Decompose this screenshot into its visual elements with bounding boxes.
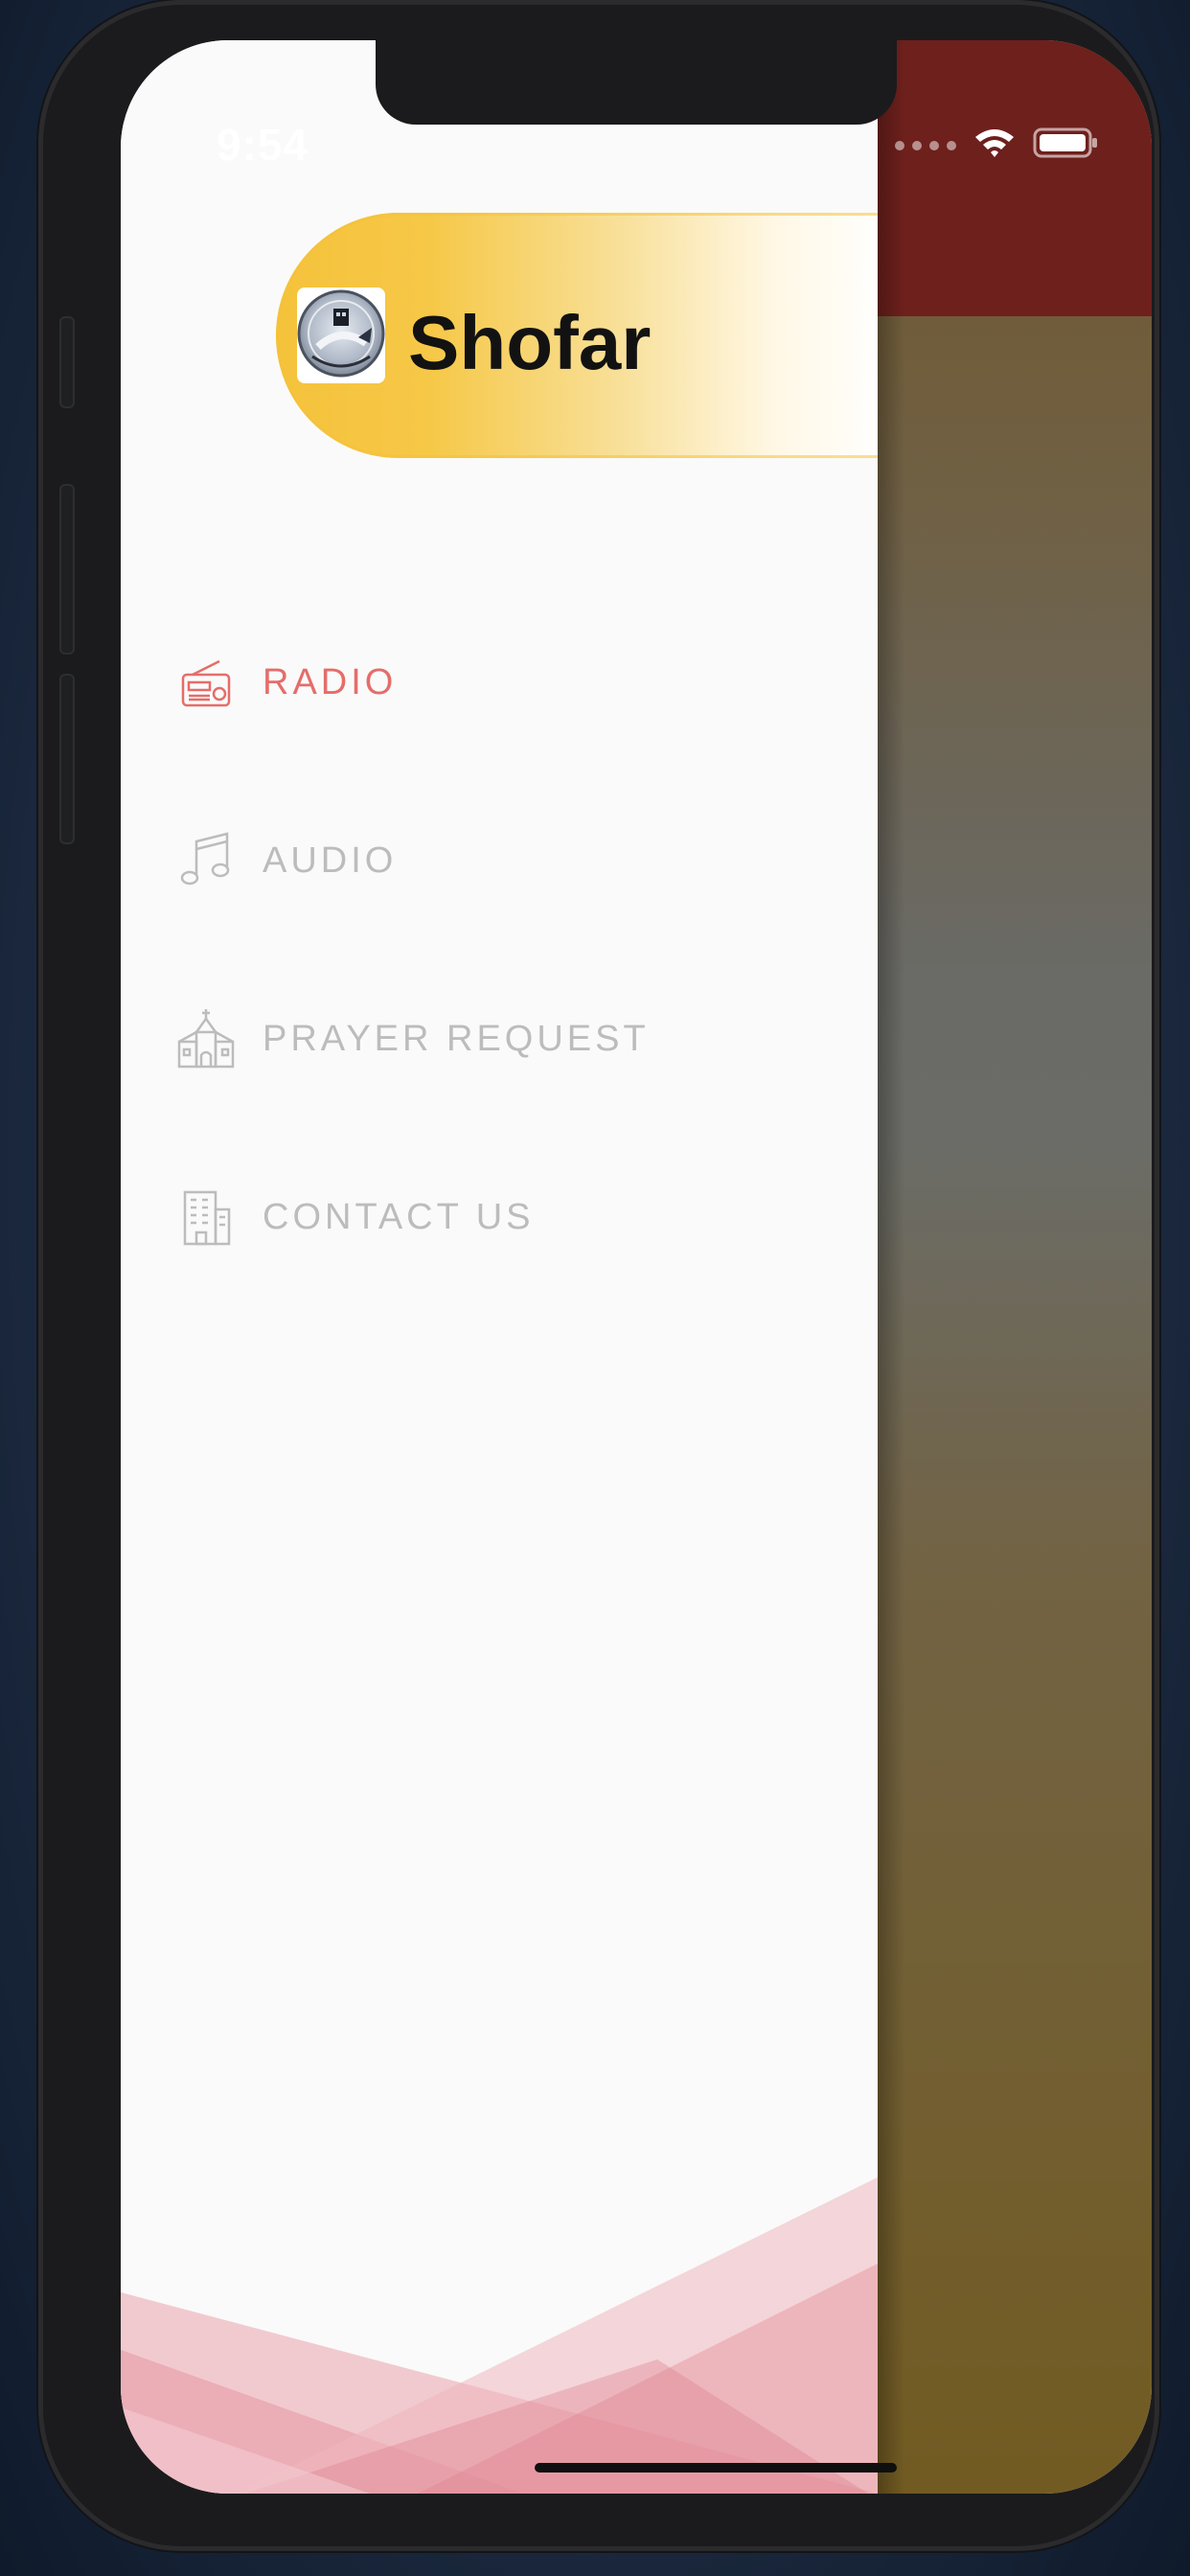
phone-frame: Shofar RADIO AUDIO PRAYER REQUEST CONTAC… bbox=[38, 0, 1159, 2551]
menu-item-audio[interactable]: AUDIO bbox=[172, 803, 795, 918]
menu-item-prayer-request[interactable]: PRAYER REQUEST bbox=[172, 981, 795, 1096]
decorative-triangles bbox=[121, 2177, 878, 2494]
mute-switch bbox=[59, 316, 75, 408]
volume-down-button bbox=[59, 674, 75, 844]
battery-icon bbox=[1033, 126, 1098, 164]
status-indicators bbox=[895, 126, 1098, 164]
content-overlay[interactable] bbox=[878, 40, 1152, 2494]
menu-label-contact-us: CONTACT US bbox=[263, 1196, 535, 1237]
camera-notch bbox=[376, 40, 897, 125]
app-header-bar bbox=[878, 40, 1152, 316]
menu-item-contact-us[interactable]: CONTACT US bbox=[172, 1160, 795, 1275]
menu-label-radio: RADIO bbox=[263, 661, 398, 702]
shofar-logo bbox=[297, 288, 385, 383]
app-screen: Shofar RADIO AUDIO PRAYER REQUEST CONTAC… bbox=[121, 40, 1152, 2494]
menu-label-prayer-request: PRAYER REQUEST bbox=[263, 1018, 650, 1059]
volume-up-button bbox=[59, 484, 75, 655]
drawer-title: Shofar bbox=[408, 300, 652, 385]
church-icon bbox=[172, 1005, 240, 1072]
wifi-icon bbox=[973, 126, 1016, 164]
status-time: 9:54 bbox=[217, 120, 309, 170]
menu-label-audio: AUDIO bbox=[263, 840, 398, 881]
building-icon bbox=[172, 1184, 240, 1251]
navigation-drawer: Shofar RADIO AUDIO PRAYER REQUEST CONTAC… bbox=[121, 40, 878, 2494]
music-note-icon bbox=[172, 827, 240, 894]
menu-item-radio[interactable]: RADIO bbox=[172, 625, 795, 740]
signal-icon bbox=[895, 140, 956, 150]
radio-icon bbox=[172, 649, 240, 716]
home-indicator[interactable] bbox=[535, 2463, 897, 2472]
